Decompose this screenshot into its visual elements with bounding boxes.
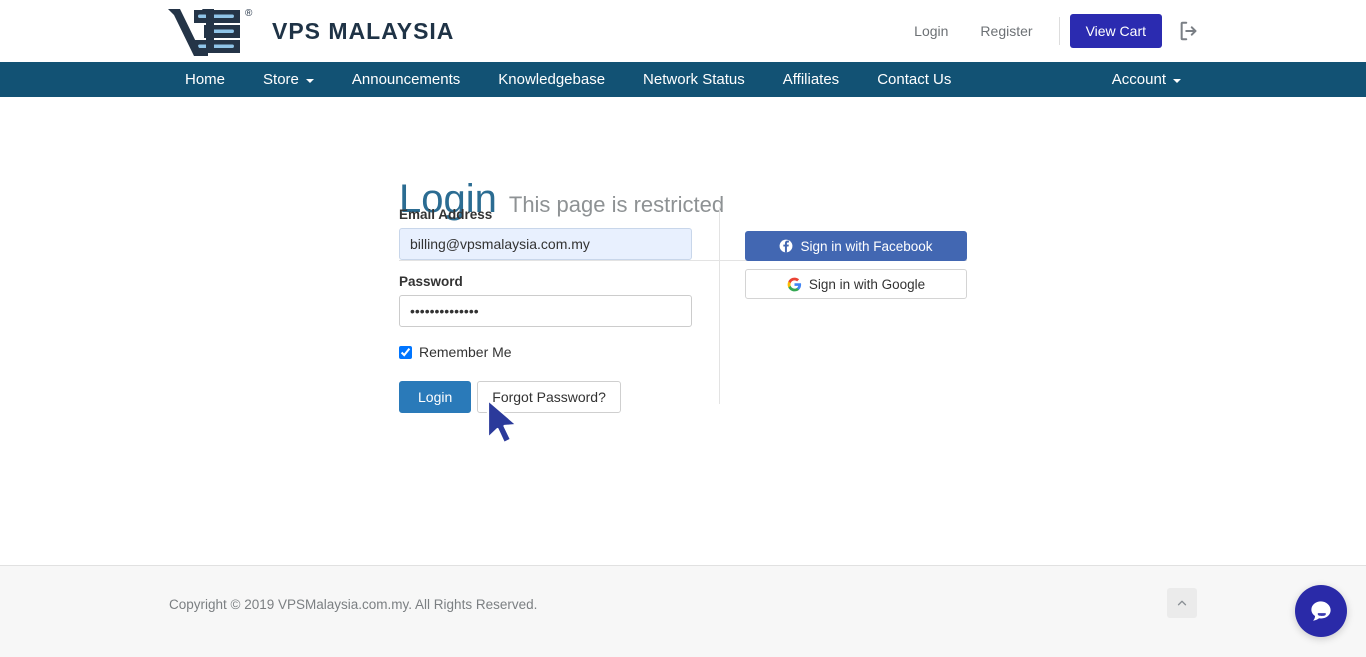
nav-label: Network Status (643, 71, 745, 88)
nav-item-home[interactable]: Home (166, 62, 244, 97)
password-label: Password (399, 274, 463, 289)
header-divider (1058, 17, 1060, 45)
nav-item-contact-us[interactable]: Contact Us (858, 62, 970, 97)
remember-me-label: Remember Me (419, 344, 512, 360)
nav-item-network-status[interactable]: Network Status (624, 62, 764, 97)
nav-label: Home (185, 71, 226, 88)
brand-name: VPS MALAYSIA (272, 17, 455, 44)
facebook-sign-in-button[interactable]: Sign in with Facebook (745, 231, 967, 261)
nav-item-store[interactable]: Store (244, 62, 333, 97)
email-field[interactable] (399, 228, 692, 260)
nav-label: Store (263, 71, 299, 88)
header-actions: Login Register View Cart (898, 0, 1200, 62)
copyright-text: Copyright © 2019 VPSMalaysia.com.my. All… (169, 597, 538, 612)
chat-widget-button[interactable] (1295, 585, 1347, 637)
site-header: ® VPS MALAYSIA Login Register View Cart (0, 0, 1366, 62)
nav-item-affiliates[interactable]: Affiliates (764, 62, 858, 97)
google-icon (787, 277, 802, 292)
sign-out-icon[interactable] (1178, 20, 1200, 42)
facebook-icon (779, 239, 793, 253)
email-label: Email Address (399, 207, 493, 222)
site-footer: Copyright © 2019 VPSMalaysia.com.my. All… (0, 565, 1366, 657)
navbar-account: Account (1093, 62, 1200, 97)
google-sign-in-button[interactable]: Sign in with Google (745, 269, 967, 299)
remember-me-row[interactable]: Remember Me (399, 344, 693, 360)
svg-text:®: ® (245, 8, 253, 19)
main-content: Login This page is restricted Email Addr… (0, 97, 1366, 565)
vps-logo-icon: ® (166, 6, 258, 56)
nav-label: Affiliates (782, 71, 840, 88)
login-button[interactable]: Login (399, 381, 472, 413)
nav-item-knowledgebase[interactable]: Knowledgebase (479, 62, 624, 97)
nav-label: Announcements (351, 71, 461, 88)
main-navbar: Home Store Announcements Knowledgebase N… (0, 62, 1366, 97)
facebook-sign-in-label: Sign in with Facebook (800, 238, 933, 254)
view-cart-button[interactable]: View Cart (1069, 14, 1162, 48)
chevron-up-icon (1177, 600, 1187, 606)
brand-logo[interactable]: ® VPS MALAYSIA (166, 6, 454, 56)
social-login-group: Sign in with Facebook Sign in with Googl… (745, 231, 967, 307)
password-field[interactable] (399, 295, 692, 327)
nav-item-announcements[interactable]: Announcements (333, 62, 479, 97)
navbar-links: Home Store Announcements Knowledgebase N… (166, 62, 970, 97)
nav-label: Account (1111, 71, 1166, 88)
google-sign-in-label: Sign in with Google (808, 276, 926, 292)
header-login-link[interactable]: Login (898, 23, 964, 39)
form-actions: Login Forgot Password? (399, 381, 693, 413)
nav-label: Knowledgebase (498, 71, 606, 88)
chevron-down-icon (1173, 78, 1181, 83)
nav-item-account[interactable]: Account (1093, 62, 1200, 97)
vertical-divider (719, 207, 720, 404)
remember-me-checkbox[interactable] (399, 345, 412, 359)
scroll-to-top-button[interactable] (1167, 588, 1197, 618)
nav-label: Contact Us (877, 71, 952, 88)
field-spacer (399, 260, 693, 274)
chat-bubble-icon (1311, 601, 1331, 621)
chevron-down-icon (305, 78, 314, 83)
header-register-link[interactable]: Register (964, 23, 1048, 39)
page-root: ® VPS MALAYSIA Login Register View Cart … (0, 0, 1366, 657)
forgot-password-button[interactable]: Forgot Password? (477, 381, 621, 413)
login-form: Email Address Password Remember Me Login… (399, 207, 693, 413)
